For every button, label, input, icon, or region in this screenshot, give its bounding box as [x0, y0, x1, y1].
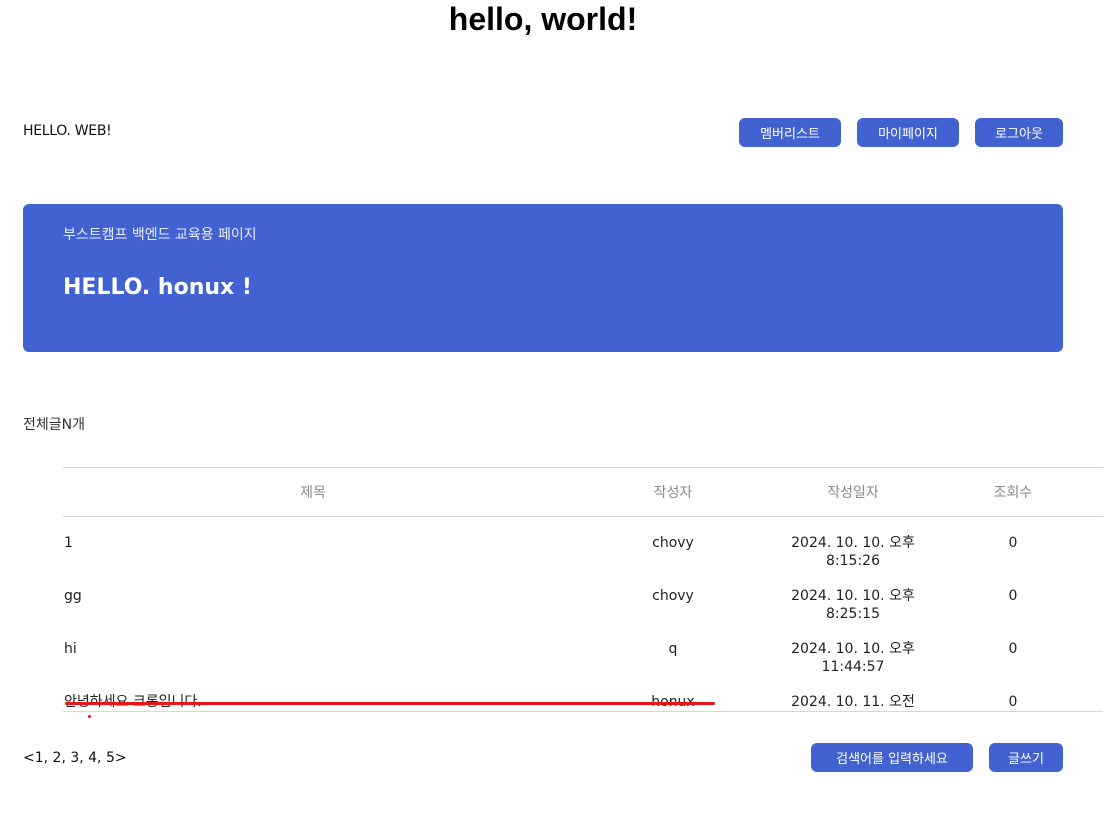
table-header-row: 제목 작성자 작성일자 조회수 [63, 468, 1103, 517]
post-views: 0 [1008, 535, 1018, 551]
column-header-title: 제목 [63, 468, 563, 517]
banner-subtitle: 부스트캠프 백엔드 교육용 페이지 [63, 227, 257, 243]
post-date: 2024. 10. 10. 오후 8:25:15 [791, 588, 915, 622]
post-table-container: 제목 작성자 작성일자 조회수 1 chovy 2024. 10. 10. 오후… [63, 467, 1103, 712]
member-list-button[interactable]: 멤버리스트 [739, 118, 841, 147]
post-date: 2024. 10. 11. 오전 12:04:48 [791, 694, 915, 710]
post-title-link[interactable]: 안녕하세요 크롱입니다. [63, 676, 563, 711]
welcome-banner: 부스트캠프 백엔드 교육용 페이지 HELLO. honux ! [23, 204, 1063, 352]
site-brand: HELLO. WEB! [23, 123, 112, 139]
post-total-count: 전체글N개 [23, 417, 85, 433]
post-title-link[interactable]: gg [63, 570, 563, 623]
post-date: 2024. 10. 10. 오후 11:44:57 [791, 641, 915, 675]
column-header-date: 작성일자 [783, 468, 923, 517]
search-button[interactable]: 검색어를 입력하세요 [811, 743, 973, 772]
logout-button[interactable]: 로그아웃 [975, 118, 1063, 147]
banner-greeting: HELLO. honux ! [63, 275, 252, 300]
post-author: chovy [652, 535, 694, 551]
mypage-button[interactable]: 마이페이지 [857, 118, 959, 147]
post-date: 2024. 10. 10. 오후 8:15:26 [791, 535, 915, 569]
table-row[interactable]: 안녕하세요 크롱입니다. honux 2024. 10. 11. 오전 12:0… [63, 676, 1103, 711]
table-row[interactable]: 1 chovy 2024. 10. 10. 오후 8:15:26 0 [63, 517, 1103, 571]
post-table: 제목 작성자 작성일자 조회수 1 chovy 2024. 10. 10. 오후… [63, 468, 1103, 711]
post-views: 0 [1008, 641, 1018, 657]
post-author: honux [563, 676, 783, 711]
annotation-underline [65, 702, 715, 705]
post-author: chovy [652, 588, 694, 604]
annotation-dot [88, 715, 91, 718]
column-header-views: 조회수 [923, 468, 1103, 517]
table-row[interactable]: gg chovy 2024. 10. 10. 오후 8:25:15 0 [63, 570, 1103, 623]
post-title-link[interactable]: 1 [63, 517, 563, 571]
column-header-author: 작성자 [563, 468, 783, 517]
page-title: hello, world! [448, 1, 638, 37]
post-title-link[interactable]: hi [63, 623, 563, 676]
table-row[interactable]: hi q 2024. 10. 10. 오후 11:44:57 0 [63, 623, 1103, 676]
post-views: 0 [1008, 588, 1018, 604]
pagination[interactable]: <1, 2, 3, 4, 5> [23, 749, 127, 767]
write-post-button[interactable]: 글쓰기 [989, 743, 1063, 772]
post-author: q [668, 641, 678, 657]
post-views: 0 [1008, 694, 1018, 710]
